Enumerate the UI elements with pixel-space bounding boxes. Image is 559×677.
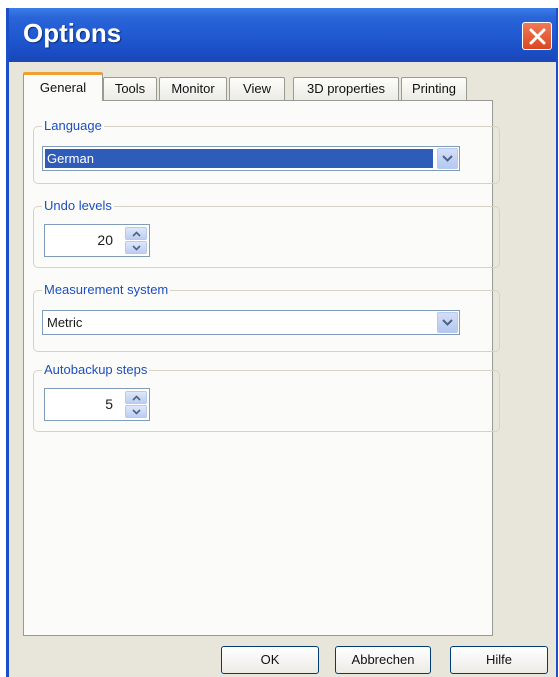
measurement-system-label: Measurement system <box>42 282 171 297</box>
tab-monitor[interactable]: Monitor <box>159 77 227 100</box>
autobackup-steps-spinner[interactable]: 5 <box>44 388 150 421</box>
measurement-system-value: Metric <box>47 315 83 330</box>
chevron-down-icon <box>132 409 141 415</box>
tab-3d-properties[interactable]: 3D properties <box>293 77 399 100</box>
chevron-down-icon <box>442 319 453 326</box>
chevron-down-icon <box>442 155 453 162</box>
tab-general[interactable]: General <box>23 72 103 101</box>
autobackup-steps-up-button[interactable] <box>125 391 147 404</box>
help-button[interactable]: Hilfe <box>450 646 548 674</box>
undo-levels-up-button[interactable] <box>125 227 147 240</box>
window-title: Options <box>23 18 122 48</box>
close-button[interactable] <box>522 22 552 50</box>
tab-strip: General Tools Monitor View 3D properties… <box>23 72 556 101</box>
undo-levels-spinner[interactable]: 20 <box>44 224 150 257</box>
undo-levels-label: Undo levels <box>42 198 114 213</box>
tab-printing[interactable]: Printing <box>401 77 467 100</box>
language-dropdown-button[interactable] <box>437 148 458 169</box>
title-bar[interactable]: Options <box>9 8 556 62</box>
language-value: German <box>45 149 433 168</box>
autobackup-steps-value: 5 <box>105 396 113 412</box>
language-label: Language <box>42 118 104 133</box>
undo-levels-value: 20 <box>97 232 113 248</box>
measurement-system-group: Measurement system Metric <box>33 282 500 352</box>
ok-button[interactable]: OK <box>221 646 319 674</box>
language-group: Language German <box>33 118 500 184</box>
options-dialog: Options General Tools Monitor View 3D pr… <box>6 8 558 677</box>
chevron-up-icon <box>132 395 141 401</box>
undo-levels-group: Undo levels 20 <box>33 198 500 268</box>
autobackup-steps-label: Autobackup steps <box>42 362 150 377</box>
measurement-system-dropdown-button[interactable] <box>437 312 458 333</box>
tab-tools[interactable]: Tools <box>103 77 157 100</box>
undo-levels-down-button[interactable] <box>125 241 147 254</box>
language-select[interactable]: German <box>42 146 460 171</box>
close-icon <box>529 28 546 45</box>
chevron-down-icon <box>132 245 141 251</box>
chevron-up-icon <box>132 231 141 237</box>
cancel-button[interactable]: Abbrechen <box>335 646 431 674</box>
measurement-system-select[interactable]: Metric <box>42 310 460 335</box>
tab-view[interactable]: View <box>229 77 285 100</box>
autobackup-steps-group: Autobackup steps 5 <box>33 362 500 432</box>
autobackup-steps-down-button[interactable] <box>125 405 147 418</box>
